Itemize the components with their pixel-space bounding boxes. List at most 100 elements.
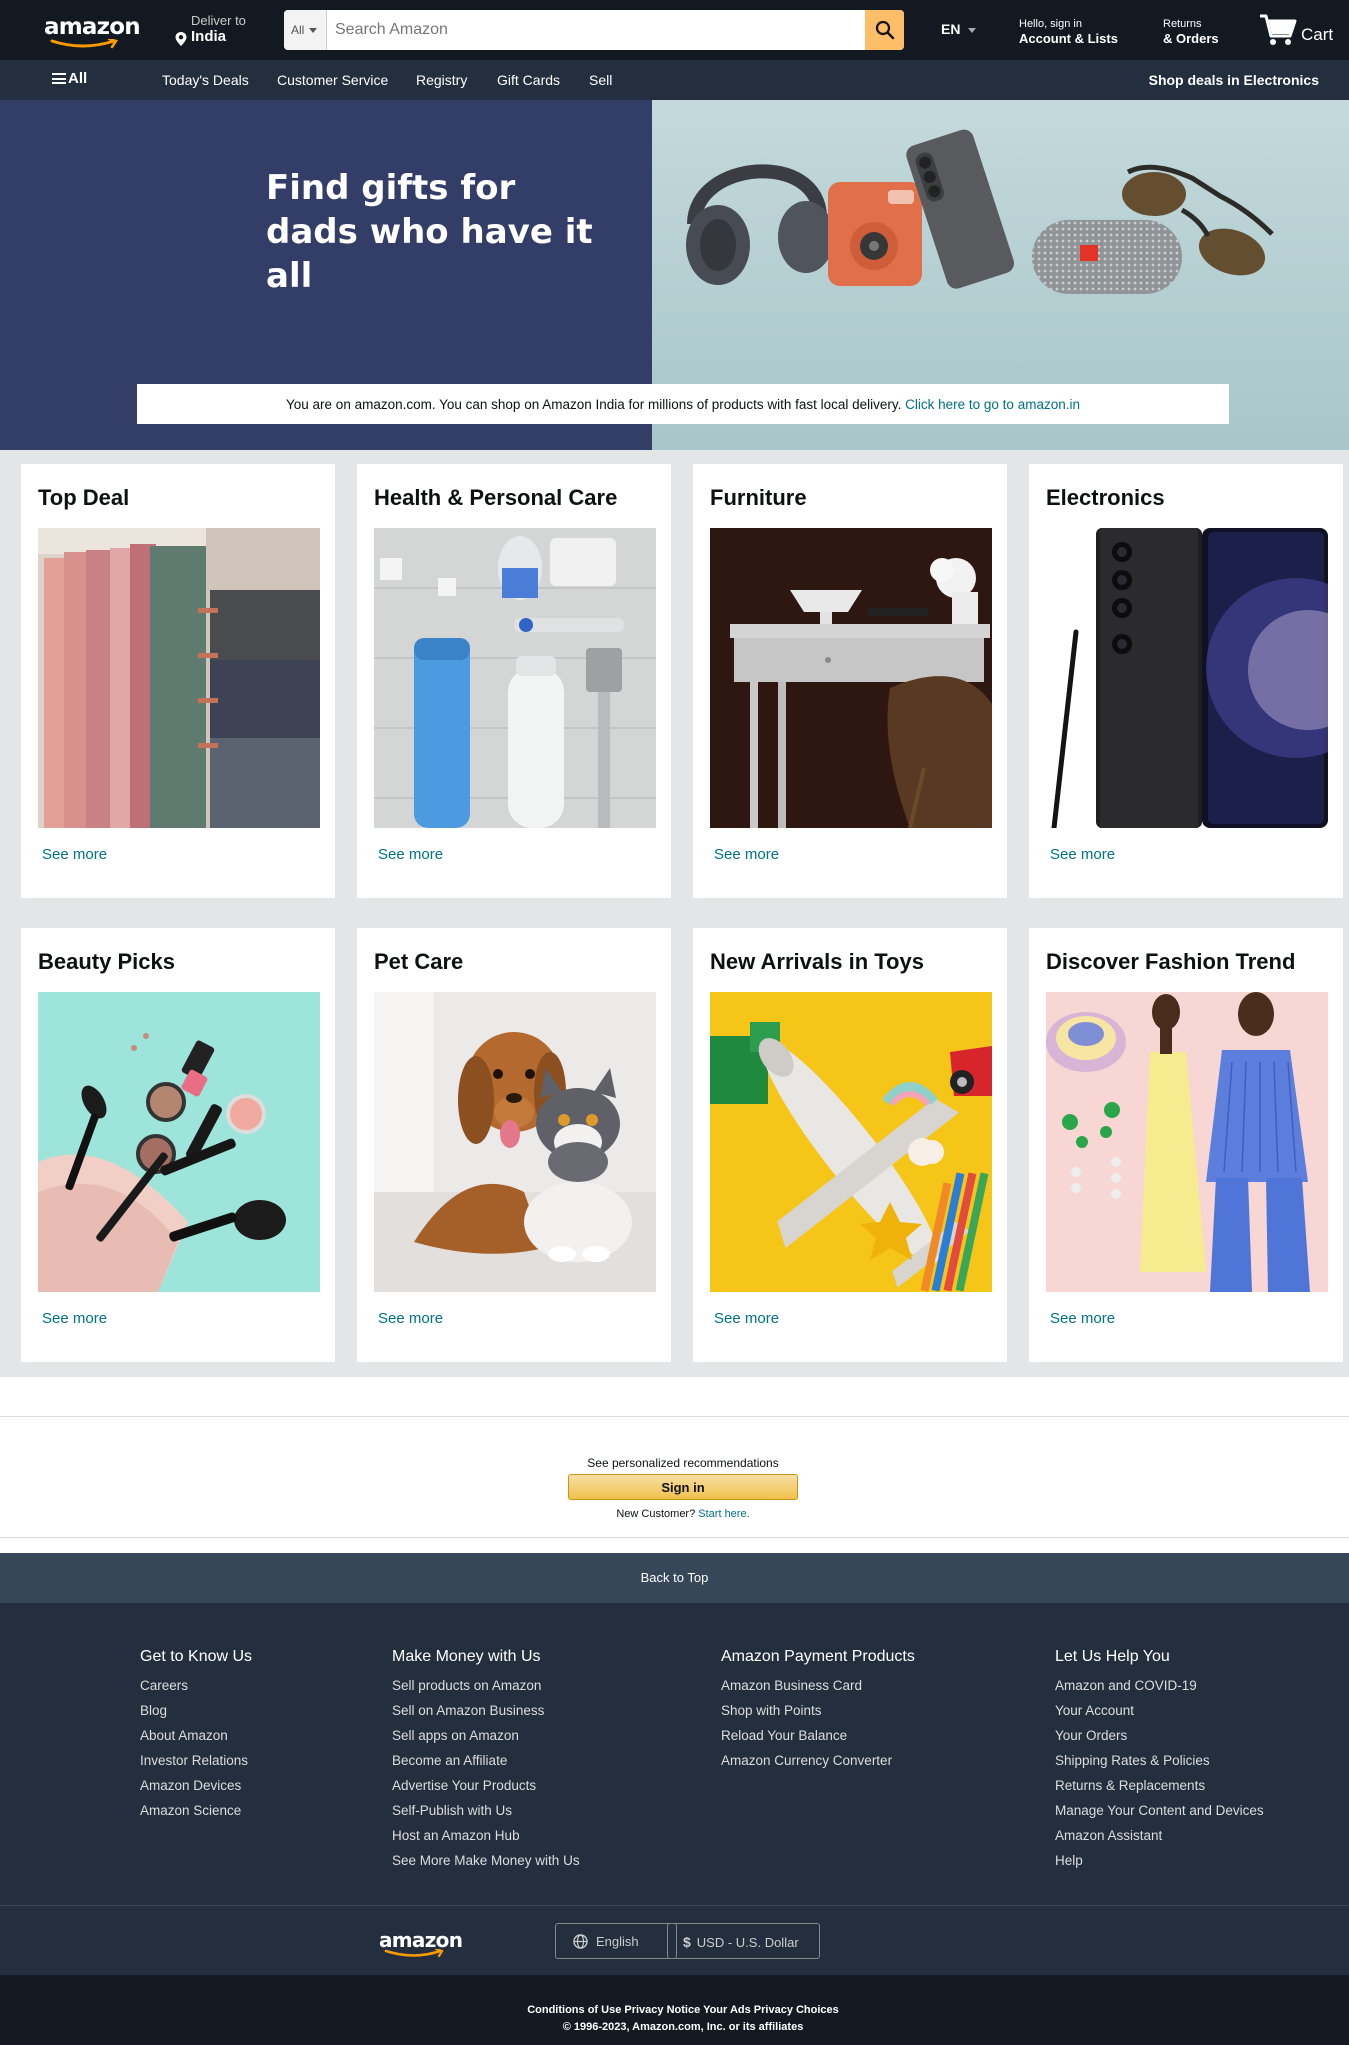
footer-link[interactable]: Sell apps on Amazon bbox=[392, 1723, 580, 1748]
health-care-illustration bbox=[374, 528, 656, 828]
nav-link-sell[interactable]: Sell bbox=[589, 72, 612, 88]
footer-amazon-logo[interactable]: amazon bbox=[379, 1929, 463, 1959]
card-title: Beauty Picks bbox=[38, 949, 175, 974]
footer-link[interactable]: Amazon Currency Converter bbox=[721, 1748, 915, 1773]
footer-link[interactable]: Self-Publish with Us bbox=[392, 1798, 580, 1823]
see-more-link[interactable]: See more bbox=[1050, 846, 1115, 863]
account-lists[interactable]: Hello, sign in Account & Lists bbox=[1019, 18, 1118, 46]
footer-link[interactable]: Amazon Devices bbox=[140, 1773, 252, 1798]
new-arrivals-toys-image[interactable] bbox=[710, 992, 992, 1292]
see-more-link[interactable]: See more bbox=[378, 846, 443, 863]
footer-link[interactable]: Your Orders bbox=[1055, 1723, 1264, 1748]
footer-link[interactable]: Amazon Science bbox=[140, 1798, 252, 1823]
language-selector[interactable]: EN bbox=[941, 21, 977, 37]
currency-button[interactable]: $ USD - U.S. Dollar bbox=[667, 1923, 820, 1959]
footer-link[interactable]: Amazon Assistant bbox=[1055, 1823, 1264, 1848]
beauty-illustration bbox=[38, 992, 320, 1292]
ads-privacy-choices-link[interactable]: Your Ads Privacy Choices bbox=[703, 2004, 839, 2016]
footer-link[interactable]: Careers bbox=[140, 1673, 252, 1698]
privacy-notice-link[interactable]: Privacy Notice bbox=[624, 2004, 700, 2016]
search-category-dropdown[interactable]: All bbox=[284, 10, 327, 50]
see-more-link[interactable]: See more bbox=[42, 846, 107, 863]
hero-banner[interactable]: Find gifts for dads who have it all You … bbox=[0, 100, 1349, 450]
cart-icon bbox=[1260, 14, 1297, 45]
footer-link[interactable]: Your Account bbox=[1055, 1698, 1264, 1723]
search-button[interactable] bbox=[865, 10, 904, 50]
nav-link-customer-service[interactable]: Customer Service bbox=[277, 72, 388, 88]
category-card-electronics: Electronics See more bbox=[1029, 464, 1343, 898]
pet-care-image[interactable] bbox=[374, 992, 656, 1292]
language-label: EN bbox=[941, 21, 961, 37]
footer-link[interactable]: Sell products on Amazon bbox=[392, 1673, 580, 1698]
see-more-link[interactable]: See more bbox=[714, 1310, 779, 1327]
footer-column-heading: Get to Know Us bbox=[140, 1648, 253, 1665]
all-menu-button[interactable]: All bbox=[52, 70, 87, 87]
top-deal-illustration bbox=[38, 528, 320, 828]
see-more-link[interactable]: See more bbox=[378, 1310, 443, 1327]
footer-link[interactable]: Blog bbox=[140, 1698, 252, 1723]
health-personal-care-image[interactable] bbox=[374, 528, 656, 828]
deliver-to-location[interactable]: Deliver to India bbox=[174, 13, 264, 49]
footer-link[interactable]: Shipping Rates & Policies bbox=[1055, 1748, 1264, 1773]
nav-promo-electronics[interactable]: Shop deals in Electronics bbox=[1149, 72, 1319, 88]
nav-link-gift-cards[interactable]: Gift Cards bbox=[497, 72, 560, 88]
search-icon bbox=[875, 20, 894, 40]
returns-orders[interactable]: Returns & Orders bbox=[1163, 18, 1219, 46]
language-button-label: English bbox=[596, 1934, 639, 1949]
see-more-link[interactable]: See more bbox=[714, 846, 779, 863]
nav-link-todays-deals[interactable]: Today's Deals bbox=[162, 72, 249, 88]
search-input[interactable] bbox=[327, 10, 849, 50]
copyright: © 1996-2023, Amazon.com, Inc. or its aff… bbox=[562, 2021, 804, 2033]
start-here-link[interactable]: Start here. bbox=[698, 1508, 749, 1520]
electronics-image[interactable] bbox=[1046, 528, 1328, 828]
footer-link[interactable]: About Amazon bbox=[140, 1723, 252, 1748]
new-customer-text: New Customer? Start here. bbox=[0, 1508, 1349, 1520]
region-notice-text: You are on amazon.com. You can shop on A… bbox=[286, 397, 902, 412]
top-deal-image[interactable] bbox=[38, 528, 320, 828]
footer-column-payment-products: Amazon Payment Products Amazon Business C… bbox=[721, 1648, 915, 1773]
card-title: Discover Fashion Trend bbox=[1046, 949, 1296, 974]
footer-link[interactable]: Amazon Business Card bbox=[721, 1673, 915, 1698]
all-menu-label: All bbox=[68, 70, 88, 87]
footer-link[interactable]: Amazon and COVID-19 bbox=[1055, 1673, 1264, 1698]
search-category-label: All bbox=[291, 23, 305, 37]
footer-link[interactable]: Advertise Your Products bbox=[392, 1773, 580, 1798]
dollar-icon: $ bbox=[683, 1934, 691, 1950]
back-to-top-button[interactable]: Back to Top bbox=[0, 1553, 1349, 1603]
language-button[interactable]: English bbox=[555, 1923, 677, 1959]
logo-smile-icon bbox=[50, 39, 118, 49]
globe-icon bbox=[573, 1934, 588, 1949]
footer-link[interactable]: Investor Relations bbox=[140, 1748, 252, 1773]
see-more-link[interactable]: See more bbox=[42, 1310, 107, 1327]
see-more-link[interactable]: See more bbox=[1050, 1310, 1115, 1327]
card-title: Pet Care bbox=[374, 949, 464, 974]
conditions-of-use-link[interactable]: Conditions of Use bbox=[527, 2004, 621, 2016]
footer-link[interactable]: See More Make Money with Us bbox=[392, 1848, 580, 1873]
hamburger-icon bbox=[52, 73, 66, 84]
signin-prompt: See personalized recommendations bbox=[587, 1456, 779, 1470]
footer-link[interactable]: Help bbox=[1055, 1848, 1264, 1873]
fashion-trend-image[interactable] bbox=[1046, 992, 1328, 1292]
footer-link[interactable]: Become an Affiliate bbox=[392, 1748, 580, 1773]
go-to-amazon-in-link[interactable]: Click here to go to amazon.in bbox=[905, 397, 1080, 412]
footer-link[interactable]: Returns & Replacements bbox=[1055, 1773, 1264, 1798]
furniture-image[interactable] bbox=[710, 528, 992, 828]
footer-links: Get to Know Us Careers Blog About Amazon Inv… bbox=[0, 1603, 1349, 1905]
category-card-top-deal: Top Deal See more bbox=[21, 464, 335, 898]
deliver-label: Deliver to bbox=[191, 13, 246, 28]
cart-button[interactable]: Cart bbox=[1259, 11, 1333, 51]
region-notice: You are on amazon.com. You can shop on A… bbox=[137, 384, 1229, 424]
legal-links: Conditions of Use Privacy Notice Your Ad… bbox=[0, 2004, 1349, 2016]
beauty-picks-image[interactable] bbox=[38, 992, 320, 1292]
sign-in-button[interactable]: Sign in bbox=[568, 1474, 798, 1500]
footer-link[interactable]: Host an Amazon Hub bbox=[392, 1823, 580, 1848]
footer-link[interactable]: Sell on Amazon Business bbox=[392, 1698, 580, 1723]
chevron-down-icon bbox=[968, 27, 977, 33]
nav-link-registry[interactable]: Registry bbox=[416, 72, 467, 88]
footer-link[interactable]: Shop with Points bbox=[721, 1698, 915, 1723]
hero-title-line2: dads who have it all bbox=[266, 212, 593, 296]
category-card-health-personal-care: Health & Personal Care See more bbox=[357, 464, 671, 898]
footer-link[interactable]: Manage Your Content and Devices bbox=[1055, 1798, 1264, 1823]
footer-link[interactable]: Reload Your Balance bbox=[721, 1723, 915, 1748]
amazon-logo[interactable]: amazon bbox=[44, 14, 141, 49]
